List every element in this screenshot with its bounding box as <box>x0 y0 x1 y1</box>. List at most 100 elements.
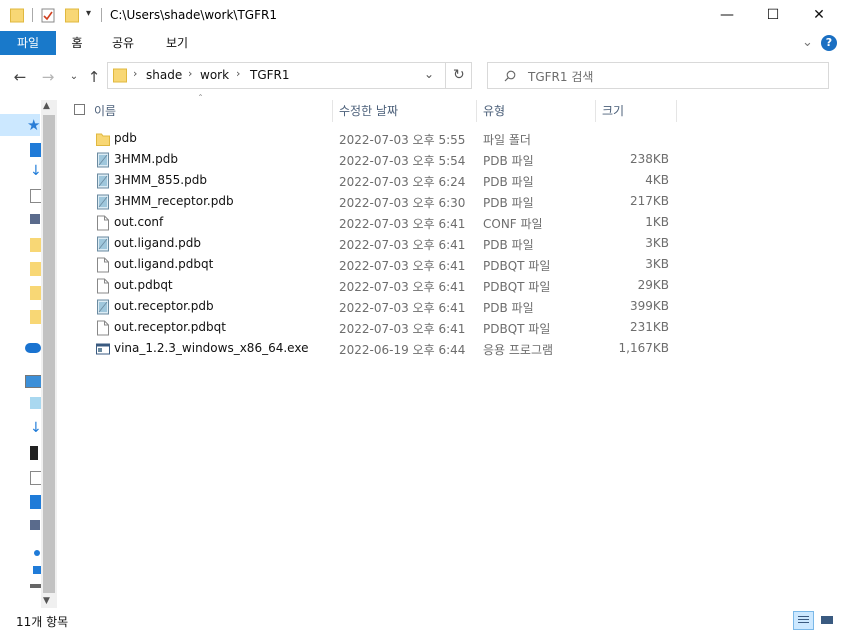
videos-icon[interactable] <box>30 446 38 460</box>
tab-view[interactable]: 보기 <box>157 31 197 55</box>
file-type: CONF 파일 <box>483 217 543 231</box>
file-row[interactable]: out.ligand.pdb 2022-07-03 오후 6:41 PDB 파일 3K… <box>88 233 678 254</box>
recent-locations-icon[interactable]: ⌄ <box>64 67 84 87</box>
divider <box>445 63 446 88</box>
quick-access-dropdown-icon[interactable]: ▾ <box>86 8 91 19</box>
select-all-checkbox[interactable] <box>74 104 85 115</box>
file-size: 1,167KB <box>618 341 669 355</box>
tab-share[interactable]: 공유 <box>103 31 143 55</box>
file-size: 3KB <box>645 257 669 271</box>
music-icon[interactable] <box>34 550 40 556</box>
pdb-file-icon <box>96 152 110 168</box>
breadcrumb-work[interactable]: work <box>200 68 229 82</box>
onedrive-icon[interactable] <box>25 343 41 353</box>
file-date: 2022-07-03 오후 6:24 <box>339 175 466 189</box>
file-row[interactable]: 3HMM_receptor.pdb 2022-07-03 오후 6:30 PDB 파… <box>88 191 678 212</box>
column-header-size[interactable]: 크기 <box>596 100 677 122</box>
file-row[interactable]: out.receptor.pdbqt 2022-07-03 오후 6:41 PDBQ… <box>88 317 678 338</box>
breadcrumb-tgfr1[interactable]: TGFR1 <box>250 68 290 82</box>
new-folder-icon[interactable] <box>65 7 79 23</box>
file-size: 1KB <box>645 215 669 229</box>
file-date: 2022-07-03 오후 6:41 <box>339 238 466 252</box>
column-header-name[interactable]: 이름 <box>88 100 333 122</box>
file-type: PDB 파일 <box>483 196 534 210</box>
column-header-date[interactable]: 수정한 날짜 <box>333 100 477 122</box>
up-arrow-icon[interactable]: ↑ <box>84 67 104 87</box>
properties-icon[interactable] <box>41 7 55 23</box>
file-date: 2022-07-03 오후 6:41 <box>339 259 466 273</box>
back-arrow-icon[interactable]: ← <box>10 67 30 87</box>
file-row[interactable]: 3HMM_855.pdb 2022-07-03 오후 6:24 PDB 파일 4KB <box>88 170 678 191</box>
close-button[interactable]: ✕ <box>796 0 842 31</box>
file-name: out.receptor.pdb <box>114 299 214 313</box>
details-view-icon <box>798 616 809 625</box>
scroll-down-icon[interactable]: ▼ <box>43 596 50 606</box>
search-icon <box>504 70 516 82</box>
status-bar: 11개 항목 <box>0 608 842 634</box>
refresh-icon[interactable]: ↻ <box>453 67 465 83</box>
expand-ribbon-icon[interactable]: ⌄ <box>802 35 813 50</box>
pictures-icon[interactable] <box>30 214 40 224</box>
file-type: PDB 파일 <box>483 154 534 168</box>
blank-file-icon <box>96 215 110 231</box>
details-view-button[interactable] <box>793 611 814 630</box>
downloads-icon[interactable]: ↓ <box>30 163 42 179</box>
file-date: 2022-07-03 오후 5:55 <box>339 133 466 147</box>
file-date: 2022-07-03 오후 6:41 <box>339 280 466 294</box>
pdb-file-icon <box>96 299 110 315</box>
blank-file-icon <box>96 257 110 273</box>
pdb-file-icon <box>96 236 110 252</box>
help-button[interactable]: ? <box>821 35 837 51</box>
divider <box>101 8 102 22</box>
pictures-icon[interactable] <box>30 520 40 530</box>
file-row[interactable]: vina_1.2.3_windows_x86_64.exe 2022-06-19 … <box>88 338 678 359</box>
file-type: PDB 파일 <box>483 175 534 189</box>
large-icons-view-button[interactable] <box>818 611 837 630</box>
file-date: 2022-07-03 오후 6:41 <box>339 301 466 315</box>
search-input[interactable]: TGFR1 검색 <box>487 62 829 89</box>
file-name: out.pdbqt <box>114 278 173 292</box>
file-row[interactable]: out.ligand.pdbqt 2022-07-03 오후 6:41 PDBQT … <box>88 254 678 275</box>
downloads-icon[interactable]: ↓ <box>30 420 42 436</box>
chevron-right-icon: › <box>133 67 138 80</box>
breadcrumb-shade[interactable]: shade <box>146 68 182 82</box>
exe-file-icon <box>96 341 110 357</box>
file-size: 4KB <box>645 173 669 187</box>
tab-home[interactable]: 홈 <box>62 31 92 55</box>
file-name: out.receptor.pdbqt <box>114 320 226 334</box>
blank-file-icon <box>96 278 110 294</box>
star-icon[interactable]: ★ <box>27 116 40 134</box>
file-row[interactable]: out.receptor.pdb 2022-07-03 오후 6:41 PDB 파일… <box>88 296 678 317</box>
file-name: 3HMM_receptor.pdb <box>114 194 234 208</box>
file-type: 응용 프로그램 <box>483 343 554 357</box>
scroll-up-icon[interactable]: ▲ <box>43 101 50 111</box>
file-name: 3HMM_855.pdb <box>114 173 207 187</box>
chevron-right-icon: › <box>188 67 193 80</box>
blank-file-icon <box>96 320 110 336</box>
maximize-button[interactable]: ☐ <box>750 0 796 31</box>
file-row[interactable]: 3HMM.pdb 2022-07-03 오후 5:54 PDB 파일 238KB <box>88 149 678 170</box>
folder-icon <box>10 8 24 23</box>
file-type: PDB 파일 <box>483 238 534 252</box>
address-bar[interactable]: › shade › work › TGFR1 ⌄ ↻ <box>107 62 472 89</box>
search-placeholder: TGFR1 검색 <box>528 70 594 84</box>
pdb-file-icon <box>96 194 110 210</box>
minimize-button[interactable]: — <box>704 0 750 31</box>
file-row[interactable]: pdb 2022-07-03 오후 5:55 파일 폴더 <box>88 128 678 149</box>
file-size: 3KB <box>645 236 669 250</box>
file-row[interactable]: out.conf 2022-07-03 오후 6:41 CONF 파일 1KB <box>88 212 678 233</box>
tab-file[interactable]: 파일 <box>0 31 56 55</box>
folder-icon <box>96 131 110 147</box>
file-name: pdb <box>114 131 137 145</box>
file-name: out.ligand.pdbqt <box>114 257 214 271</box>
file-date: 2022-07-03 오후 6:41 <box>339 322 466 336</box>
file-row[interactable]: out.pdbqt 2022-07-03 오후 6:41 PDBQT 파일 29KB <box>88 275 678 296</box>
windows-drive-icon[interactable] <box>33 566 41 574</box>
large-icons-view-icon <box>821 616 833 624</box>
nav-scrollbar-thumb[interactable] <box>43 115 55 593</box>
address-history-icon[interactable]: ⌄ <box>424 67 434 81</box>
file-type: PDBQT 파일 <box>483 259 551 273</box>
title-bar: ▾ C:\Users\shade\work\TGFR1 — ☐ ✕ <box>0 0 842 31</box>
forward-arrow-icon[interactable]: → <box>38 67 58 87</box>
column-header-type[interactable]: 유형 <box>477 100 596 122</box>
